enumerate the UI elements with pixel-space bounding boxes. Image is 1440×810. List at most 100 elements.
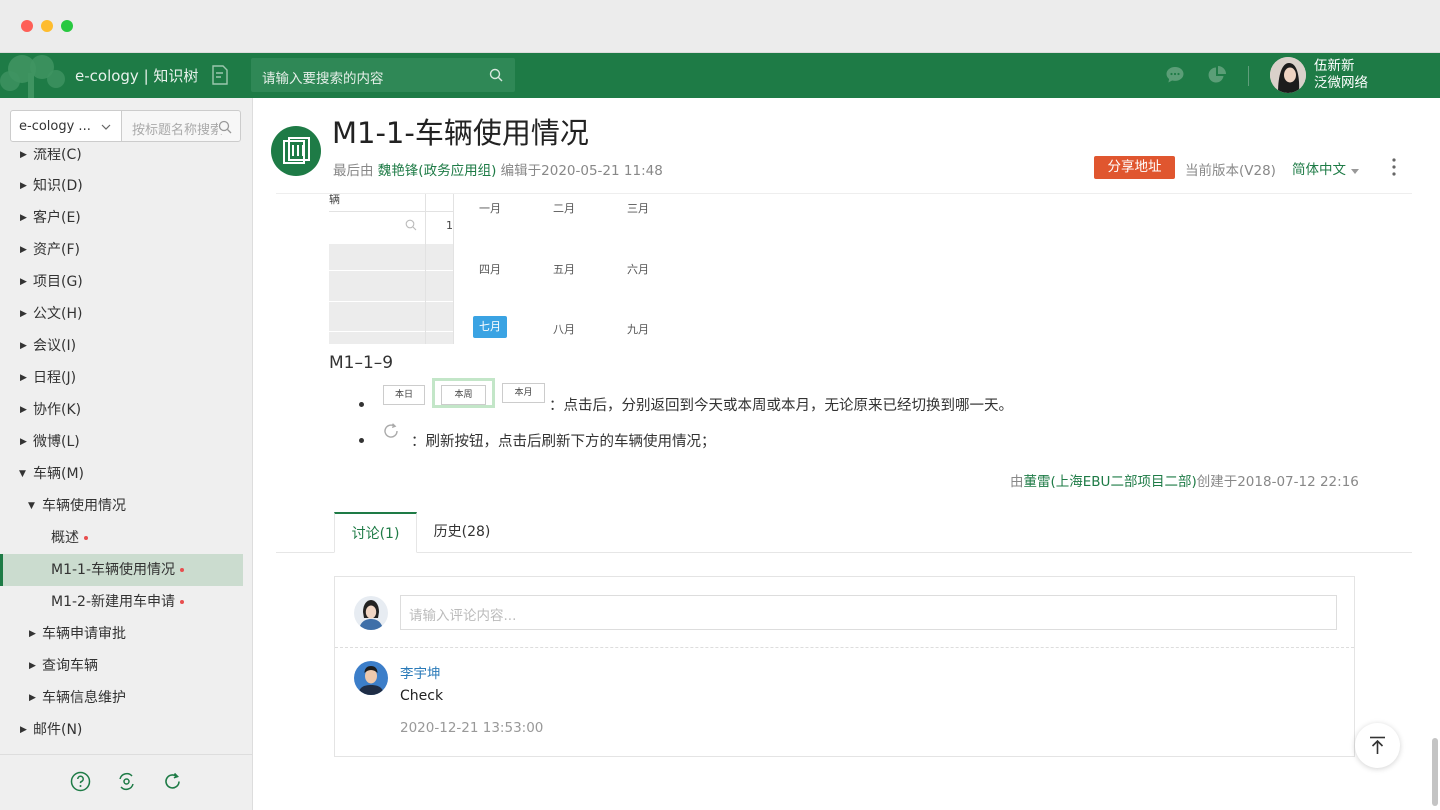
chevron-down-icon bbox=[101, 124, 111, 130]
tree-node-asset[interactable]: ▶ 资产(F) bbox=[0, 234, 243, 266]
share-button[interactable]: 分享地址 bbox=[1094, 156, 1175, 179]
tree-search-placeholder: 按标题名称搜索 bbox=[132, 123, 224, 138]
tree-node-customer[interactable]: ▶ 客户(E) bbox=[0, 202, 243, 234]
tab-discussion[interactable]: 讨论(1) bbox=[334, 512, 417, 553]
month-jan: 一月 bbox=[479, 202, 501, 215]
tree-node-vehicle[interactable]: ▼ 车辆(M) bbox=[0, 458, 243, 490]
embedded-grid-row bbox=[329, 331, 454, 332]
tree-node-process[interactable]: ▶ 流程(C) bbox=[0, 148, 243, 171]
topbar-divider bbox=[1248, 66, 1249, 86]
caret-right-icon: ▶ bbox=[20, 181, 27, 191]
caret-right-icon: ▶ bbox=[20, 213, 27, 223]
month-sep: 九月 bbox=[627, 323, 649, 336]
minimize-window-button[interactable] bbox=[41, 20, 53, 32]
version-label[interactable]: 当前版本(V28) bbox=[1185, 159, 1276, 179]
embedded-screenshot: 辆 1 一月 二月 三月 四月 五月 六月 七月 八月 九月 bbox=[329, 194, 664, 344]
created-meta: 由董雷(上海EBU二部项目二部)创建于2018-07-12 22:16 bbox=[1010, 474, 1359, 490]
unread-dot bbox=[180, 600, 184, 604]
app-brand[interactable]: e-cology | 知识树 bbox=[75, 65, 198, 86]
comment-text: Check bbox=[400, 688, 444, 704]
caret-right-icon: ▶ bbox=[29, 629, 36, 639]
month-button-image: 本月 bbox=[502, 383, 545, 403]
scrollbar-thumb[interactable] bbox=[1432, 738, 1438, 806]
month-may: 五月 bbox=[553, 263, 575, 276]
tab-history[interactable]: 历史(28) bbox=[417, 512, 507, 553]
knowledge-base-select[interactable]: e-cology ... bbox=[10, 110, 122, 142]
refresh-icon bbox=[384, 423, 398, 438]
caret-down-icon: ▼ bbox=[19, 469, 26, 479]
tree-node-m1-2[interactable]: M1-2-新建用车申请 bbox=[0, 586, 243, 618]
chat-icon[interactable] bbox=[1165, 65, 1185, 85]
document-icon bbox=[271, 126, 321, 176]
help-icon[interactable] bbox=[70, 771, 91, 792]
top-bar: e-cology | 知识树 请输入要搜索的内容 伍新新 泛微网络 bbox=[0, 53, 1440, 98]
month-apr: 四月 bbox=[479, 263, 501, 276]
user-info[interactable]: 伍新新 泛微网络 bbox=[1314, 58, 1368, 92]
caret-down-icon bbox=[1351, 169, 1359, 174]
user-avatar[interactable] bbox=[1270, 57, 1306, 93]
sidebar: e-cology ... 按标题名称搜索 ▶ 流程(C) ▶ 知识(D) ▶ 客户(E… bbox=[0, 98, 253, 810]
tree-node-overview[interactable]: 概述 bbox=[0, 522, 243, 554]
edit-meta: 最后由 魏艳锋(政务应用组) 编辑于2020-05-21 11:48 bbox=[333, 163, 663, 179]
creator-link[interactable]: 董雷(上海EBU二部项目二部) bbox=[1024, 474, 1197, 490]
tree-node-weibo[interactable]: ▶ 微博(L) bbox=[0, 426, 243, 458]
embedded-grid-row bbox=[329, 301, 454, 302]
tree-node-vehicle-query[interactable]: ▶ 查询车辆 bbox=[0, 650, 243, 682]
knowledge-tree: ▶ 流程(C) ▶ 知识(D) ▶ 客户(E) ▶ 资产(F) ▶ 项目(G) ▶ 公文(H… bbox=[0, 148, 253, 754]
bullet-text-date-buttons: ：点击后，分别返回到今天或本周或本月，无论原来已经切换到哪一天。 bbox=[549, 398, 1013, 414]
caret-right-icon: ▶ bbox=[29, 661, 36, 671]
tree-node-vehicle-approval[interactable]: ▶ 车辆申请审批 bbox=[0, 618, 243, 650]
back-to-top-button[interactable] bbox=[1355, 723, 1400, 768]
comment-author[interactable]: 李宇坤 bbox=[400, 662, 441, 682]
embedded-grid-divider bbox=[425, 194, 426, 344]
sidebar-footer bbox=[0, 754, 253, 810]
tree-node-m1-1[interactable]: M1-1-车辆使用情况 bbox=[0, 554, 243, 586]
caret-right-icon: ▶ bbox=[20, 437, 27, 447]
more-options-icon[interactable] bbox=[1387, 156, 1401, 178]
global-search-input[interactable]: 请输入要搜索的内容 bbox=[251, 58, 515, 92]
refresh-icon[interactable] bbox=[162, 771, 183, 792]
editor-link[interactable]: 魏艳锋(政务应用组) bbox=[378, 163, 497, 179]
search-icon[interactable] bbox=[218, 120, 232, 134]
pie-chart-icon[interactable] bbox=[1207, 65, 1227, 85]
close-window-button[interactable] bbox=[21, 20, 33, 32]
month-aug: 八月 bbox=[553, 323, 575, 336]
bullet bbox=[359, 402, 364, 407]
tree-logo-icon bbox=[0, 55, 65, 98]
user-name: 伍新新 bbox=[1314, 58, 1355, 74]
bullet-text-refresh: ：刷新按钮，点击后刷新下方的车辆使用情况； bbox=[411, 434, 716, 450]
tree-node-project[interactable]: ▶ 项目(G) bbox=[0, 266, 243, 298]
maximize-window-button[interactable] bbox=[61, 20, 73, 32]
language-select[interactable]: 简体中文 bbox=[1292, 158, 1359, 178]
tree-node-vehicle-maintenance[interactable]: ▶ 车辆信息维护 bbox=[0, 682, 243, 714]
tree-node-schedule[interactable]: ▶ 日程(J) bbox=[0, 362, 243, 394]
document-icon[interactable] bbox=[211, 65, 229, 85]
switch-icon[interactable] bbox=[116, 771, 137, 792]
today-button-image: 本日 bbox=[383, 385, 425, 405]
tree-node-meeting[interactable]: ▶ 会议(I) bbox=[0, 330, 243, 362]
caret-right-icon: ▶ bbox=[20, 245, 27, 255]
caret-right-icon: ▶ bbox=[20, 277, 27, 287]
comment-divider bbox=[335, 647, 1354, 648]
caret-right-icon: ▶ bbox=[20, 405, 27, 415]
tree-node-mail[interactable]: ▶ 邮件(N) bbox=[0, 714, 243, 746]
caret-right-icon: ▶ bbox=[20, 150, 27, 160]
global-search-placeholder: 请输入要搜索的内容 bbox=[262, 71, 384, 87]
search-icon[interactable] bbox=[489, 68, 503, 82]
tree-node-document[interactable]: ▶ 公文(H) bbox=[0, 298, 243, 330]
caret-down-icon: ▼ bbox=[28, 501, 35, 511]
comment-input[interactable]: 请输入评论内容... bbox=[400, 595, 1337, 630]
caret-right-icon: ▶ bbox=[20, 309, 27, 319]
bullet bbox=[359, 438, 364, 443]
caret-right-icon: ▶ bbox=[20, 725, 27, 735]
caret-right-icon: ▶ bbox=[29, 693, 36, 703]
commenter-avatar[interactable] bbox=[354, 661, 388, 695]
month-jul-selected: 七月 bbox=[473, 316, 507, 338]
embedded-grid-divider bbox=[453, 194, 454, 344]
month-feb: 二月 bbox=[553, 202, 575, 215]
caret-right-icon: ▶ bbox=[20, 341, 27, 351]
tree-search-input[interactable]: 按标题名称搜索 bbox=[121, 110, 241, 142]
tree-node-knowledge[interactable]: ▶ 知识(D) bbox=[0, 170, 243, 202]
tree-node-collaboration[interactable]: ▶ 协作(K) bbox=[0, 394, 243, 426]
tree-node-vehicle-usage[interactable]: ▼ 车辆使用情况 bbox=[0, 490, 243, 522]
